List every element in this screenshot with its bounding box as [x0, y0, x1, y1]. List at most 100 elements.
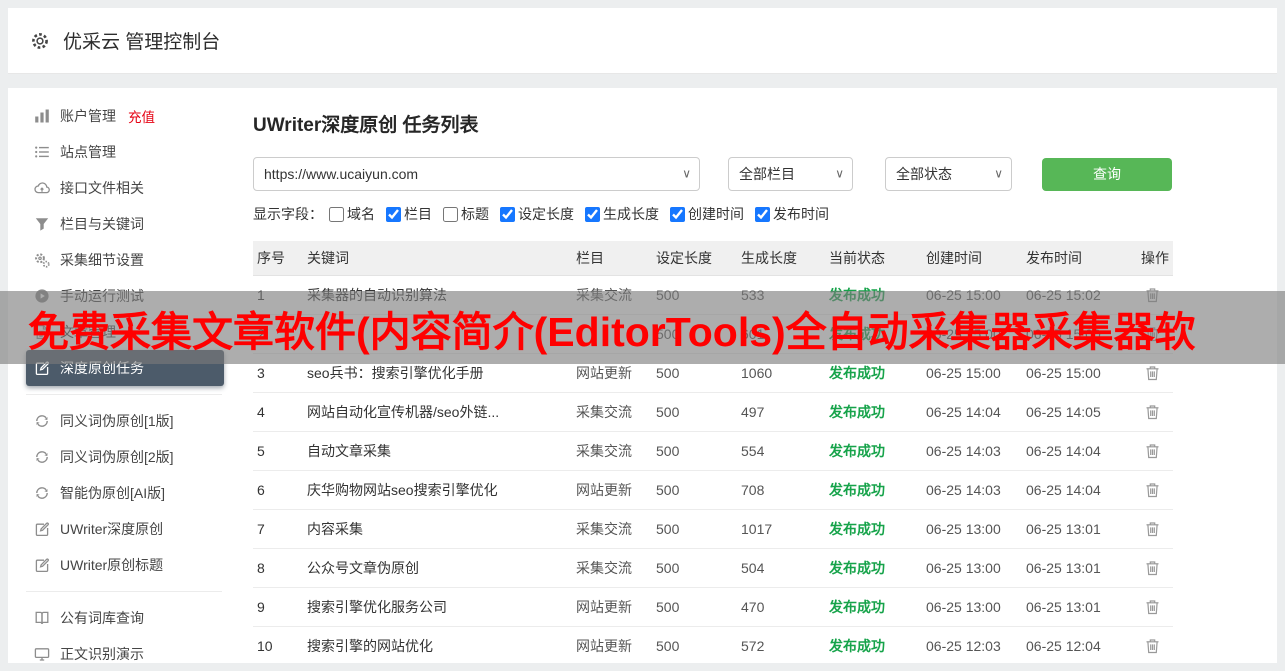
- cell-kw: 自动文章采集: [303, 431, 572, 471]
- column-header: 设定长度: [652, 241, 737, 276]
- field-checkbox-input[interactable]: [755, 206, 770, 222]
- delete-button[interactable]: [1143, 636, 1162, 656]
- watermark-text: 免费采集文章软件(内容简介(EditorTools)全自动采集器采集器软: [28, 308, 1196, 355]
- field-checkbox-7[interactable]: 发布时间: [755, 204, 829, 224]
- cell-status: 发布成功: [825, 392, 922, 432]
- sidebar-item-3[interactable]: 接口文件相关: [26, 170, 224, 206]
- cell-kw: 网站自动化宣传机器/seo外链...: [303, 392, 572, 432]
- column-header: 当前状态: [825, 241, 922, 276]
- cell-status: 发布成功: [825, 470, 922, 510]
- column-header: 创建时间: [922, 241, 1022, 276]
- recharge-badge[interactable]: 充值: [128, 106, 155, 126]
- sidebar-item-10[interactable]: 同义词伪原创[2版]: [26, 439, 224, 475]
- field-checkbox-input[interactable]: [329, 206, 344, 222]
- sidebar-item-12[interactable]: UWriter深度原创: [26, 511, 224, 547]
- header-row: 序号 关键词 栏目 设定长度 生成长度 当前状态 创建时间 发布时间 操作: [253, 241, 1173, 276]
- sidebar-item-5[interactable]: 采集细节设置: [26, 242, 224, 278]
- sidebar-item-4[interactable]: 栏目与关键词: [26, 206, 224, 242]
- refresh-icon: [34, 449, 50, 465]
- field-checkbox-label: 设定长度: [518, 206, 574, 222]
- sidebar-item-label: 栏目与关键词: [60, 216, 144, 232]
- query-button[interactable]: 查询: [1042, 157, 1172, 191]
- cell-kw: 内容采集: [303, 509, 572, 549]
- sidebar-item-11[interactable]: 智能伪原创[AI版]: [26, 475, 224, 511]
- field-checkbox-3[interactable]: 标题: [443, 204, 489, 224]
- field-checkbox-input[interactable]: [585, 206, 600, 222]
- cell-col: 网站更新: [572, 470, 652, 510]
- delete-button[interactable]: [1143, 519, 1162, 539]
- cell-no: 7: [253, 509, 303, 549]
- sidebar-item-1[interactable]: 账户管理 充值: [26, 98, 224, 134]
- cell-kw: 搜索引擎优化服务公司: [303, 587, 572, 627]
- field-checkbox-5[interactable]: 生成长度: [585, 204, 659, 224]
- sidebar-item-label: 站点管理: [60, 144, 116, 160]
- field-checkbox-label: 生成长度: [603, 206, 659, 222]
- table-row: 8 公众号文章伪原创 采集交流 500 504 发布成功 06-25 13:00 06-25 …: [253, 548, 1173, 588]
- cell-time: 06-25 13:01: [1022, 587, 1137, 627]
- cell-op: [1137, 470, 1173, 510]
- delete-button[interactable]: [1143, 402, 1162, 422]
- cell-time: 06-25 12:04: [1022, 626, 1137, 663]
- cell-time: 06-25 13:00: [922, 587, 1022, 627]
- cell-status: 发布成功: [825, 548, 922, 588]
- delete-button[interactable]: [1143, 597, 1162, 617]
- field-checkbox-label: 标题: [461, 206, 489, 222]
- column-header: 栏目: [572, 241, 652, 276]
- cell-no: 8: [253, 548, 303, 588]
- field-checkbox-input[interactable]: [500, 206, 515, 222]
- delete-button[interactable]: [1143, 558, 1162, 578]
- cell-num: 708: [737, 470, 825, 510]
- monitor-icon: [34, 646, 50, 662]
- cell-num: 500: [652, 626, 737, 663]
- cell-time: 06-25 14:04: [1022, 470, 1137, 510]
- cell-time: 06-25 12:03: [922, 626, 1022, 663]
- delete-button[interactable]: [1143, 480, 1162, 500]
- field-checkbox-label: 栏目: [404, 206, 432, 222]
- sidebar-item-14[interactable]: 公有词库查询: [26, 600, 224, 636]
- book-icon: [34, 610, 50, 626]
- field-checkbox-6[interactable]: 创建时间: [670, 204, 744, 224]
- cell-status: 发布成功: [825, 509, 922, 549]
- filter-icon: [34, 216, 50, 232]
- cell-col: 采集交流: [572, 548, 652, 588]
- field-checkbox-input[interactable]: [670, 206, 685, 222]
- field-checkbox-input[interactable]: [386, 206, 401, 222]
- cell-no: 4: [253, 392, 303, 432]
- sidebar-item-2[interactable]: 站点管理: [26, 134, 224, 170]
- delete-button[interactable]: [1143, 441, 1162, 461]
- cell-op: [1137, 548, 1173, 588]
- cell-status: 发布成功: [825, 587, 922, 627]
- sidebar-item-13[interactable]: UWriter原创标题: [26, 547, 224, 583]
- sidebar-divider: [26, 394, 222, 395]
- field-checkbox-1[interactable]: 域名: [329, 204, 375, 224]
- field-checkbox-2[interactable]: 栏目: [386, 204, 432, 224]
- list-icon: [34, 144, 50, 160]
- status-select[interactable]: 全部状态: [885, 157, 1012, 191]
- cell-time: 06-25 13:00: [922, 509, 1022, 549]
- field-checkbox-input[interactable]: [443, 206, 458, 222]
- page-title: UWriter深度原创 任务列表: [253, 115, 479, 136]
- cell-kw: 庆华购物网站seo搜索引擎优化: [303, 470, 572, 510]
- cell-op: [1137, 587, 1173, 627]
- cell-time: 06-25 14:04: [1022, 431, 1137, 471]
- sidebar-item-label: 正文识别演示: [60, 646, 144, 662]
- field-checkbox-4[interactable]: 设定长度: [500, 204, 574, 224]
- table-row: 6 庆华购物网站seo搜索引擎优化 网站更新 500 708 发布成功 06-25 14:0…: [253, 470, 1173, 510]
- cloud-icon: [34, 180, 50, 196]
- delete-button[interactable]: [1143, 363, 1162, 383]
- app-title: 优采云 管理控制台: [63, 32, 221, 53]
- column-header: 发布时间: [1022, 241, 1137, 276]
- column-header: 操作: [1137, 241, 1173, 276]
- sidebar-item-15[interactable]: 正文识别演示: [26, 636, 224, 663]
- cell-op: [1137, 509, 1173, 549]
- column-header: 生成长度: [737, 241, 825, 276]
- sidebar-item-9[interactable]: 同义词伪原创[1版]: [26, 403, 224, 439]
- cell-time: 06-25 14:03: [922, 470, 1022, 510]
- column-select[interactable]: 全部栏目: [728, 157, 853, 191]
- cell-num: 500: [652, 431, 737, 471]
- cell-col: 采集交流: [572, 509, 652, 549]
- site-select[interactable]: https://www.ucaiyun.com: [253, 157, 700, 191]
- cell-num: 572: [737, 626, 825, 663]
- column-header: 序号: [253, 241, 303, 276]
- cell-num: 500: [652, 509, 737, 549]
